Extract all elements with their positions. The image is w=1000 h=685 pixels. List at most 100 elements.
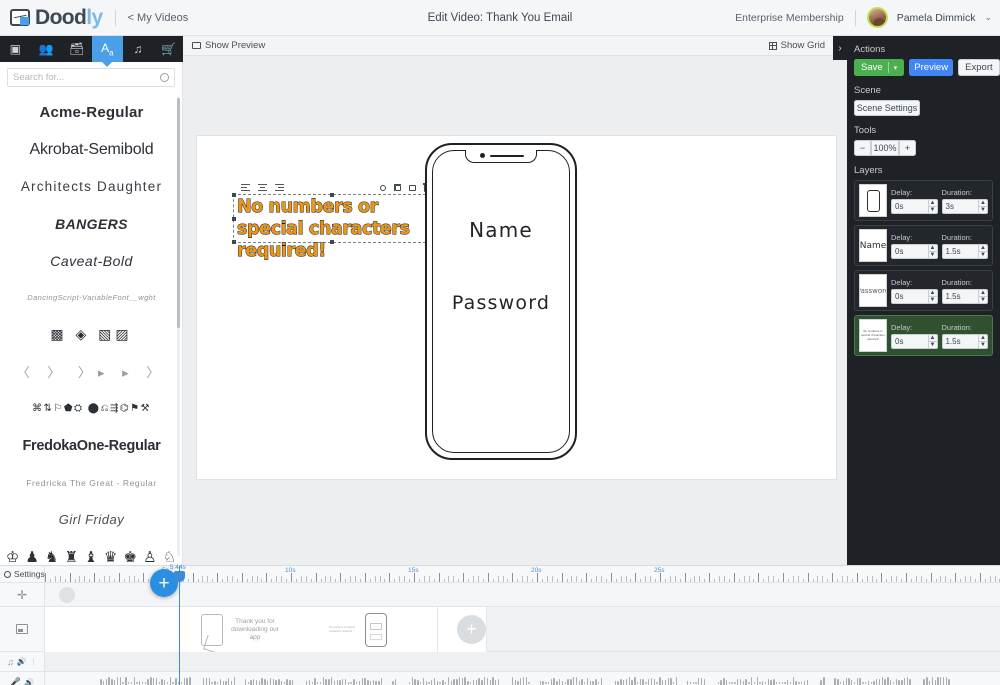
search-settings-gear-icon[interactable] [160,73,169,82]
playhead-handle[interactable] [173,571,185,582]
font-list-item[interactable]: Akrobat-Semibold [0,131,183,168]
align-right-icon[interactable] [275,184,284,192]
delay-decrement[interactable]: ▼ [927,250,938,259]
scene-stage[interactable]: No numbers or special characters require… [197,136,836,479]
phone-mockup[interactable]: Name Password [425,143,577,460]
delay-spinner[interactable]: 0s ▲ ▼ [891,333,938,349]
duration-value[interactable]: 1.5s [941,288,978,304]
show-preview-button[interactable]: Show Preview [183,40,265,51]
duplicate-icon[interactable] [393,183,401,191]
save-button[interactable]: Save ▾ [854,59,905,76]
delay-value[interactable]: 0s [891,333,928,349]
zoom-in-button[interactable]: + [899,140,916,156]
delay-value[interactable]: 0s [891,198,928,214]
search-input[interactable] [13,72,160,83]
duration-value[interactable]: 3s [941,198,978,214]
align-left-icon[interactable] [241,184,250,192]
layer-item[interactable]: Delay: 0s ▲ ▼ Duration: 3s ▲ ▼ [854,180,993,221]
layer-item[interactable]: No numbers or special characters require… [854,315,993,356]
music-row-label[interactable]: ♫ 🔊 ⋮ [0,652,44,672]
speaker-icon-2[interactable]: 🔊 [24,678,34,685]
duration-increment[interactable]: ▲ [978,198,988,206]
music-menu-icon[interactable]: ⋮ [30,658,37,666]
gear-icon[interactable] [380,185,386,191]
avatar[interactable] [866,7,888,28]
delay-spinner[interactable]: 0s ▲ ▼ [891,243,938,259]
tab-images[interactable]: ▣ [0,36,31,62]
duration-value[interactable]: 1.5s [941,333,978,349]
delay-spinner[interactable]: 0s ▲ ▼ [891,288,938,304]
audio-waveform[interactable] [45,675,1000,685]
layer-item[interactable]: PasswordDelay:0s▲▼Duration:1.5s▲▼ [854,270,993,311]
font-list-item[interactable]: Caveat-Bold [0,242,183,279]
font-list-item[interactable]: Fredricka The Great - Regular [0,464,183,501]
delay-increment[interactable]: ▲ [927,333,938,341]
scene-settings-button[interactable]: Scene Settings [854,100,920,116]
search-box[interactable] [7,68,175,87]
delay-increment[interactable]: ▲ [927,198,938,206]
duration-increment[interactable]: ▲ [978,333,988,341]
duration-decrement[interactable]: ▼ [978,340,988,349]
delay-increment[interactable]: ▲ [927,243,938,251]
scene-row-label[interactable] [0,607,44,652]
flag-icon[interactable] [409,185,416,191]
scene-track[interactable]: Thank you for downloading our app No num… [45,607,1000,652]
tab-text[interactable]: Aa [92,36,123,67]
canvas-text-content[interactable]: No numbers or special characters require… [237,196,429,262]
delay-spinner[interactable]: 0s ▲ ▼ [891,198,938,214]
delay-decrement[interactable]: ▼ [927,295,938,304]
duration-increment[interactable]: ▲ [978,288,988,296]
playhead[interactable]: 5.44s [170,564,186,685]
transform-keyframe[interactable] [59,587,75,603]
font-list-item[interactable]: ▩ ◈ ▧▨ [0,316,183,353]
tab-characters[interactable]: 👥 [31,36,62,62]
timeline-ruler[interactable]: 5s10s15s20s25s [45,566,1000,583]
font-list-item[interactable]: FredokaOne-Regular [0,427,183,464]
resize-handle-ml[interactable] [232,217,236,221]
voiceover-row-label[interactable]: 🎤 🔊 [0,672,44,685]
font-list-item[interactable]: ♔ ♟ ♞ ♜ ♝ ♛ ♚ ♙ ♘ [0,538,183,566]
layer-item[interactable]: Name Delay: 0s ▲ ▼ Duration: 1.5s ▲ ▼ [854,225,993,266]
font-list-item[interactable]: DancingScript-VariableFont__wght [0,279,183,316]
zoom-out-button[interactable]: − [854,140,871,156]
font-list-item[interactable]: Architects Daughter [0,168,183,205]
duration-increment[interactable]: ▲ [978,243,988,251]
tab-props[interactable]: 🗃 [61,36,92,62]
font-list-item[interactable]: Acme-Regular [0,94,183,131]
scene-clip-2[interactable]: No numbers or special characters require… [279,607,438,652]
font-list-item[interactable]: 〈 〉 〉▸ ▸ 〉 [0,353,183,390]
voiceover-track[interactable] [45,672,1000,685]
duration-value[interactable]: 1.5s [941,243,978,259]
font-list-item[interactable]: Girl Friday [0,501,183,538]
font-list-item[interactable]: ⌘⇅⚐⬟⛭ ⬤⎌⇶⌬⚑⚒ [0,390,183,427]
duration-decrement[interactable]: ▼ [978,295,988,304]
duration-spinner[interactable]: 1.5s ▲ ▼ [941,288,988,304]
duration-decrement[interactable]: ▼ [978,250,988,259]
transform-row-label[interactable]: ✛ [0,583,44,607]
font-list-scroll-thumb[interactable] [177,98,180,328]
tab-marketplace[interactable]: 🛒 [153,36,184,62]
export-button[interactable]: Export [958,59,1000,76]
timeline-settings-button[interactable]: Settings [0,566,45,583]
align-center-icon[interactable] [258,184,267,192]
resize-handle-tl[interactable] [232,193,236,197]
add-scene-button[interactable]: + [457,615,486,644]
font-list[interactable]: Acme-Regular Akrobat-Semibold Architects D… [0,94,183,565]
duration-spinner[interactable]: 3s ▲ ▼ [941,198,988,214]
duration-decrement[interactable]: ▼ [978,205,988,214]
text-object-selected[interactable]: No numbers or special characters require… [232,183,439,261]
resize-handle-bl[interactable] [232,240,236,244]
save-dropdown-caret-icon[interactable]: ▾ [894,64,898,72]
delay-increment[interactable]: ▲ [927,288,938,296]
transform-track[interactable] [45,583,1000,607]
delay-decrement[interactable]: ▼ [927,340,938,349]
delay-value[interactable]: 0s [891,243,928,259]
music-track[interactable] [45,652,1000,672]
collapse-right-panel-button[interactable]: › [833,36,847,60]
delay-value[interactable]: 0s [891,288,928,304]
font-list-item[interactable]: BANGERS [0,205,183,242]
tab-music[interactable]: ♫ [123,36,154,62]
preview-button[interactable]: Preview [909,59,954,76]
duration-spinner[interactable]: 1.5s ▲ ▼ [941,243,988,259]
speaker-icon[interactable]: 🔊 [17,657,27,666]
